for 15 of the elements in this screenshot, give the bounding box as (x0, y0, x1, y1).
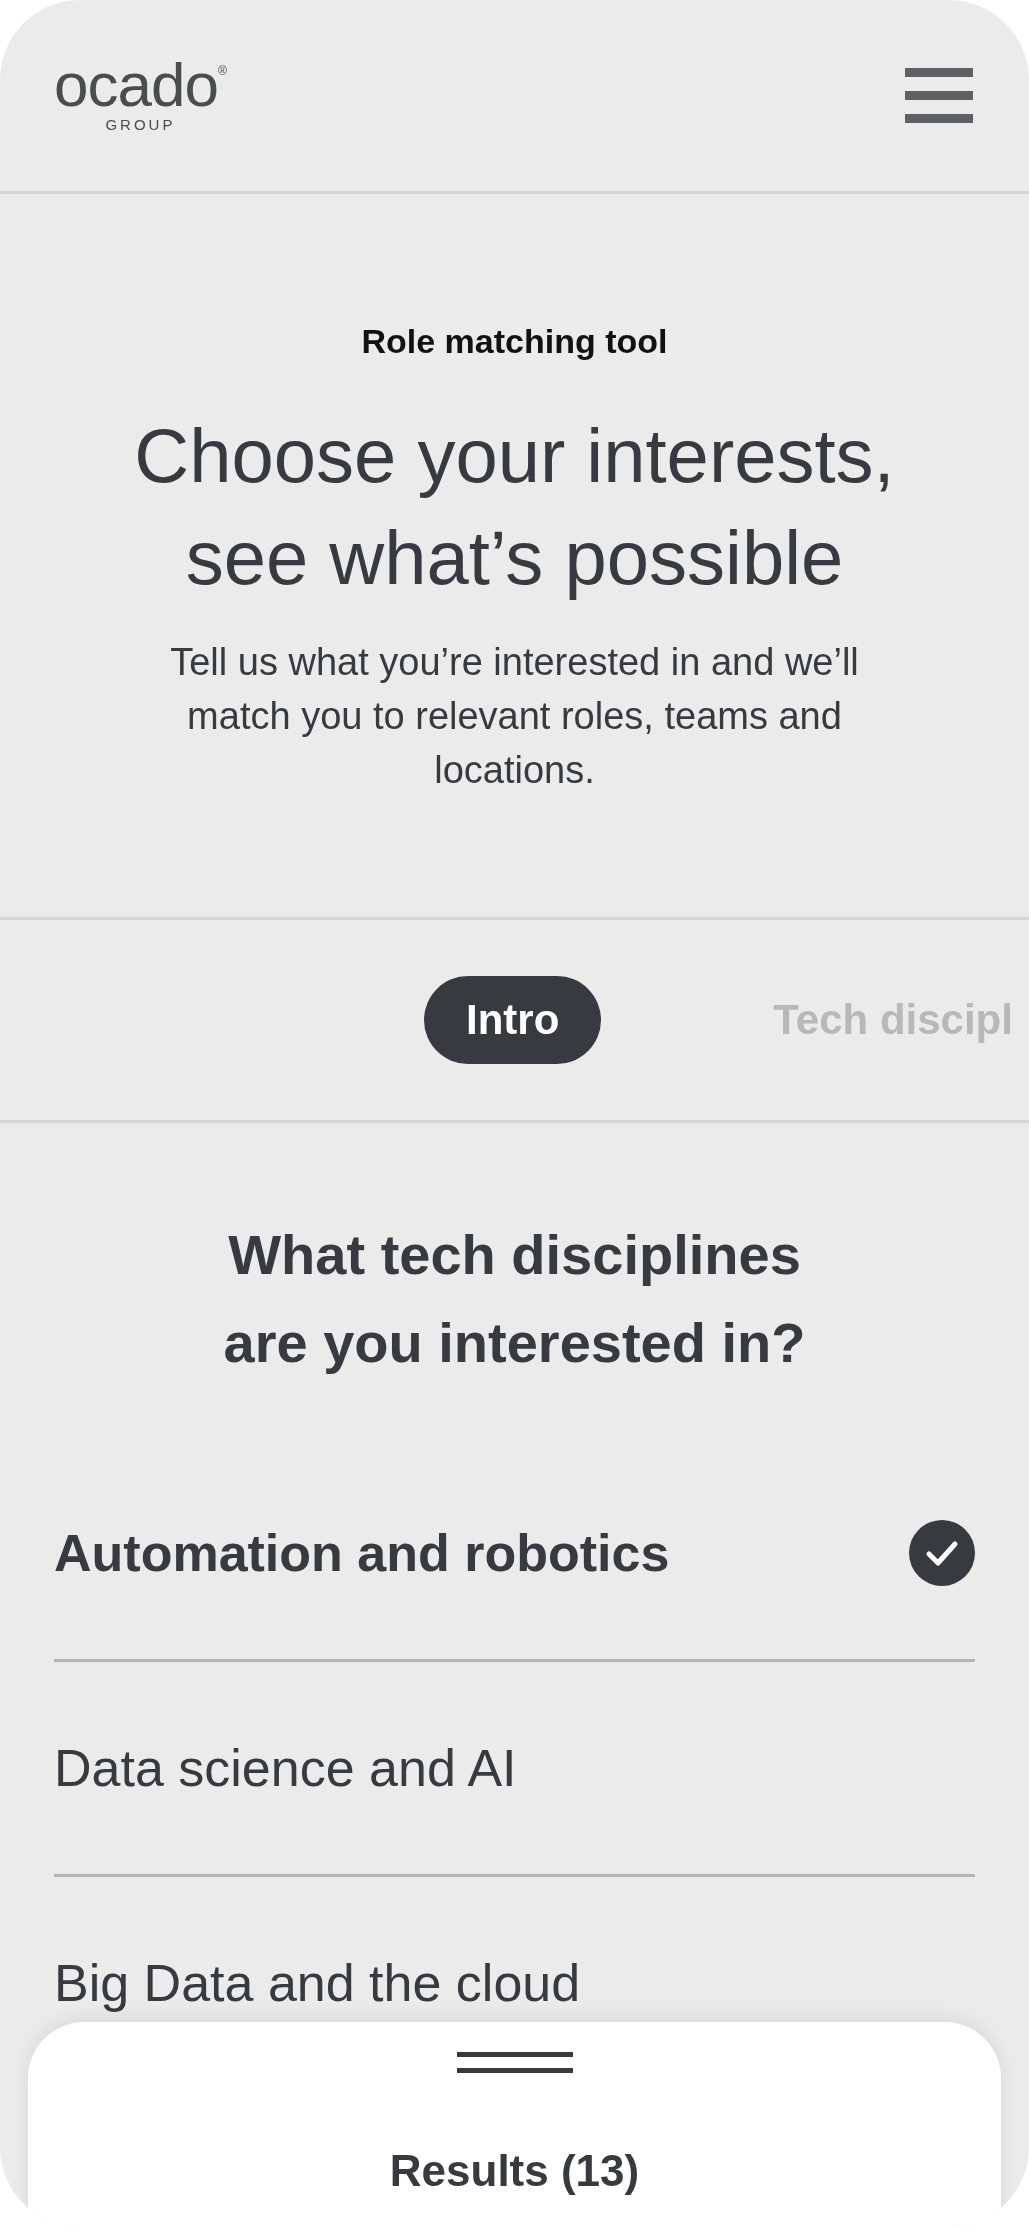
company-logo[interactable]: ocado® GROUP (54, 58, 227, 133)
option-label[interactable]: Automation and robotics (54, 1523, 670, 1583)
check-icon (909, 1520, 975, 1586)
question-title: What tech disciplines (227, 1222, 802, 1288)
step-tab[interactable]: Intro (424, 976, 602, 1064)
option-label[interactable]: Data science and AI (54, 1738, 517, 1798)
page-title: see what’s possible (184, 514, 845, 602)
results-button[interactable]: Results (13) (389, 2146, 640, 2196)
option-label[interactable]: Big Data and the cloud (54, 1953, 581, 2013)
menu-icon[interactable] (905, 67, 973, 124)
drag-handle-icon[interactable] (456, 2052, 573, 2074)
page-title: Choose your interests, (134, 412, 895, 500)
question-title: are you interested in? (222, 1310, 807, 1376)
intro-description: Tell us what you’re interested in and we’ll match you to relevant roles, teams and locations. (169, 640, 860, 793)
eyebrow-text: Role matching tool (361, 322, 668, 361)
